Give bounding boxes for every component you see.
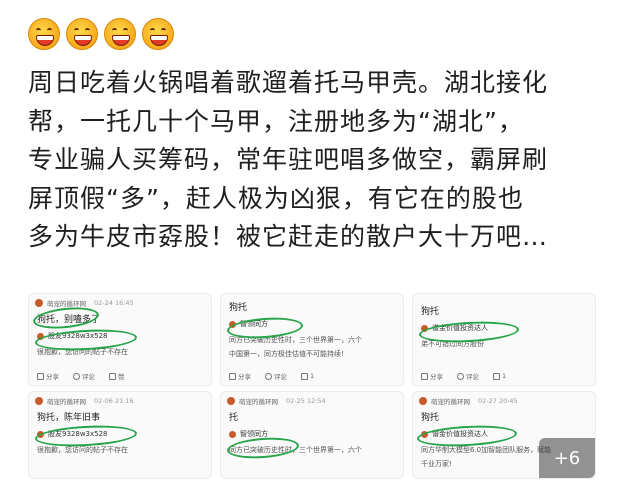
avatar — [37, 332, 44, 340]
like-icon — [109, 372, 116, 380]
like-icon — [493, 372, 500, 380]
like-button[interactable]: 赞 — [109, 371, 125, 381]
quoted-user: 股友9328w3x528 — [29, 425, 211, 443]
grinning-face-icon — [66, 18, 98, 50]
card-time: 02-27 20:45 — [478, 397, 518, 405]
card-title: 狗托 — [421, 307, 440, 317]
grinning-face-icon — [28, 18, 60, 50]
like-button[interactable]: 1 — [301, 372, 314, 380]
emoji-row — [28, 18, 174, 50]
screenshot-card-5[interactable]: 狗托 谱金价值投资达人 弟不可错过同方股份 分享 评论 1 — [412, 293, 596, 386]
screenshot-card-3[interactable]: 狗托 智领同方 同方已突破历史性时，三个世界第一，六个 中国第一，同方极佳估值不… — [220, 293, 404, 386]
card-actions: 分享 评论 赞 — [37, 371, 125, 381]
card-user-row: 萌宠的循环网 02-06 21:16 — [29, 392, 211, 406]
avatar — [35, 397, 43, 405]
card-body: 很抱歉，您访问的帖子不存在 — [37, 446, 128, 454]
post-line: 帮，一托几十个马甲，注册地多为“湖北”， — [28, 106, 524, 136]
avatar — [421, 430, 428, 438]
comment-icon — [73, 372, 80, 380]
quoted-username: 智领同方 — [240, 430, 268, 438]
card-title: 狗托 — [421, 413, 440, 423]
comment-button[interactable]: 评论 — [265, 371, 287, 381]
grinning-face-icon — [142, 18, 174, 50]
quoted-username: 智领同方 — [240, 320, 268, 328]
avatar — [35, 299, 43, 307]
card-time: 02-24 16:45 — [94, 299, 134, 307]
more-images-badge[interactable]: +6 — [539, 438, 595, 478]
card-title: 狗托 — [229, 303, 248, 313]
grinning-face-icon — [104, 18, 136, 50]
quoted-username: 谱金价值投资达人 — [432, 324, 488, 332]
like-button[interactable]: 1 — [493, 372, 506, 380]
card-username: 萌宠的循环网 — [47, 398, 86, 406]
card-title: 托 — [229, 413, 239, 423]
quoted-username: 股友9328w3x528 — [48, 332, 108, 340]
card-title: 狗托，陈年旧事 — [37, 413, 101, 423]
card-title: 狗托，别嗑多了 — [37, 315, 101, 325]
avatar — [229, 430, 236, 438]
quoted-user: 智领同方 — [221, 425, 403, 443]
share-button[interactable]: 分享 — [421, 371, 443, 381]
screenshot-card-1[interactable]: 萌宠的循环网 02-24 16:45 狗托，别嗑多了 股友9328w3x528 … — [28, 293, 212, 386]
comment-icon — [265, 372, 272, 380]
image-grid: 萌宠的循环网 02-24 16:45 狗托，别嗑多了 股友9328w3x528 … — [28, 293, 596, 479]
card-body: 中国第一，同方极佳估值不可能持续! — [229, 350, 344, 358]
card-body: 同方已突破历史性时，三个世界第一，六个 — [229, 336, 362, 344]
share-icon — [229, 372, 236, 380]
card-actions: 分享 评论 1 — [421, 371, 506, 381]
card-username: 萌宠的循环网 — [431, 398, 470, 406]
post-body: 周日吃着火锅唱着歌遛着托马甲壳。湖北接化 帮，一托几十个马甲，注册地多为“湖北”… — [28, 64, 602, 257]
card-time: 02-25 12:54 — [286, 397, 326, 405]
card-user-row: 萌宠的循环网 02-25 12:54 — [221, 392, 403, 406]
avatar — [227, 397, 235, 405]
avatar — [421, 324, 428, 332]
card-user-row: 萌宠的循环网 02-27 20:45 — [413, 392, 595, 406]
card-username: 萌宠的循环网 — [239, 398, 278, 406]
comment-button[interactable]: 评论 — [457, 371, 479, 381]
quoted-user: 谱金价值投资达人 — [413, 319, 595, 337]
comment-icon — [457, 372, 464, 380]
post-line: 多为牛皮市孬股！被它赶走的散户大十万吧… — [28, 222, 549, 251]
quoted-user: 智领同方 — [221, 315, 403, 333]
like-icon — [301, 372, 308, 380]
share-icon — [421, 372, 428, 380]
card-time: 02-06 21:16 — [94, 397, 134, 405]
avatar — [37, 430, 44, 438]
quoted-username: 股友9328w3x528 — [48, 430, 108, 438]
screenshot-card-6[interactable]: 萌宠的循环网 02-27 20:45 狗托 谱金价值投资达人 同方华制大模型6.… — [412, 391, 596, 479]
avatar — [229, 320, 236, 328]
post-line: 周日吃着火锅唱着歌遛着托马甲壳。湖北接化 — [28, 68, 549, 97]
card-user-row: 萌宠的循环网 02-24 16:45 — [29, 294, 211, 308]
avatar — [419, 397, 427, 405]
share-icon — [37, 372, 44, 380]
card-body: 弟不可错过同方股份 — [421, 340, 484, 348]
screenshot-card-4[interactable]: 萌宠的循环网 02-25 12:54 托 智领同方 同方已突破历史性时，三个世界… — [220, 391, 404, 479]
card-body: 同方已突破历史性时，三个世界第一，六个 — [229, 446, 362, 454]
screenshot-card-2[interactable]: 萌宠的循环网 02-06 21:16 狗托，陈年旧事 股友9328w3x528 … — [28, 391, 212, 479]
card-actions: 分享 评论 1 — [229, 371, 314, 381]
quoted-username: 谱金价值投资达人 — [432, 430, 488, 438]
share-button[interactable]: 分享 — [229, 371, 251, 381]
share-button[interactable]: 分享 — [37, 371, 59, 381]
comment-button[interactable]: 评论 — [73, 371, 95, 381]
post-line: 屏顶假“多”，赶人极为凶狠，有它在的股也 — [28, 183, 524, 213]
quoted-user: 股友9328w3x528 — [29, 327, 211, 345]
card-body: 很抱歉，您访问的帖子不存在 — [37, 348, 128, 356]
card-username: 萌宠的循环网 — [47, 300, 86, 308]
post-line: 专业骗人买筹码，常年驻吧唱多做空，霸屏刷 — [28, 145, 549, 174]
